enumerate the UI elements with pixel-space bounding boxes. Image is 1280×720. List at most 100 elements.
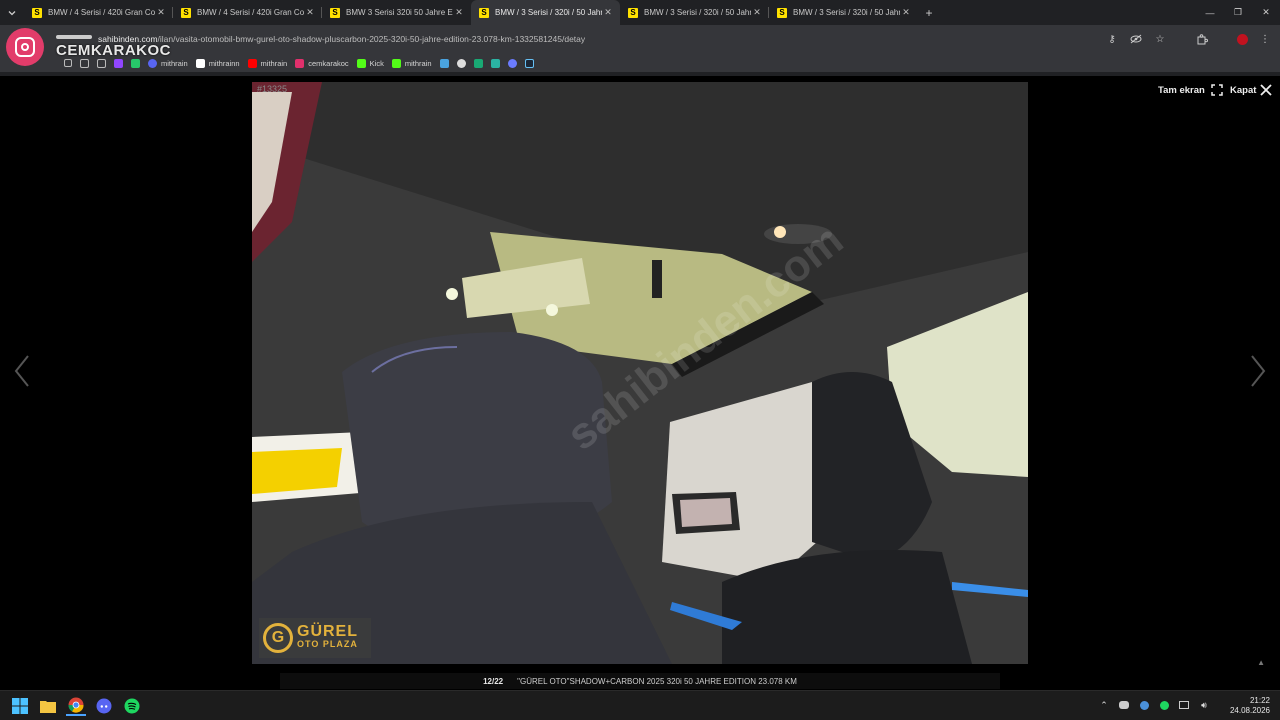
- sahibinden-favicon-icon: S: [777, 7, 787, 18]
- password-key-icon[interactable]: ⚷: [1105, 32, 1119, 46]
- close-icon: [1260, 84, 1273, 96]
- close-tab-icon[interactable]: ✕: [602, 7, 614, 18]
- listing-photo: sahibinden.com G GÜREL OTO PLAZA #13325: [252, 82, 1028, 664]
- close-viewer-button[interactable]: Kapat: [1230, 84, 1273, 96]
- dealer-logo-sub: OTO PLAZA: [297, 639, 358, 649]
- profile-avatar[interactable]: [1237, 33, 1248, 45]
- tab-title: BMW / 4 Serisi / 420i Gran Cou: [48, 8, 155, 17]
- file-explorer-icon[interactable]: [38, 696, 58, 716]
- extensions-puzzle-icon[interactable]: [1195, 32, 1209, 46]
- bookmarks-bar: mithrain mithrainn mithrain cemkarakoc K…: [0, 54, 1280, 72]
- sahibinden-favicon-icon: S: [479, 7, 489, 18]
- bookmark-item-kick[interactable]: Kick: [356, 58, 384, 68]
- bookmark-item-instagram[interactable]: cemkarakoc: [295, 58, 349, 68]
- network-icon[interactable]: [1178, 699, 1190, 711]
- browser-tab[interactable]: S BMW / 3 Serisi / 320i / 50 Jahre ✕: [620, 0, 769, 25]
- close-tab-icon[interactable]: ✕: [155, 7, 167, 18]
- browser-tab[interactable]: S BMW / 3 Serisi / 320i / 50 Jahre ✕: [769, 0, 918, 25]
- chrome-icon[interactable]: [66, 696, 86, 716]
- clock-date: 24.08.2026: [1229, 706, 1270, 715]
- tab-title: BMW 3 Serisi 320i 50 Jahre Editi: [346, 8, 453, 17]
- browser-tab[interactable]: S BMW / 4 Serisi / 420i Gran Cou ✕: [173, 0, 322, 25]
- bookmark-item-kick[interactable]: [131, 58, 140, 68]
- chevron-right-icon: [1251, 355, 1266, 387]
- window-controls: — ❐ ✕: [1196, 0, 1280, 25]
- scroll-up-icon[interactable]: ▲: [1257, 658, 1265, 667]
- photo-id: #13325: [257, 84, 288, 94]
- address-bar[interactable]: sahibinden.com/ilan/vasita-otomobil-bmw-…: [0, 25, 1280, 54]
- address-bar-actions: ⚷ ☆ ⋮: [1105, 32, 1272, 46]
- steam-tray-icon[interactable]: [1138, 699, 1150, 711]
- tray-chevron-up-icon[interactable]: ⌃: [1098, 699, 1110, 711]
- fullscreen-icon: [1211, 84, 1223, 96]
- sahibinden-favicon-icon: S: [330, 7, 340, 18]
- bookmark-item-sparkle[interactable]: [439, 58, 449, 68]
- eye-off-icon[interactable]: [1129, 32, 1143, 46]
- taskbar-clock[interactable]: 21:22 24.08.2026: [1230, 696, 1270, 716]
- folder-icon[interactable]: [97, 58, 106, 68]
- windows-taskbar: ⌃ 🔊︎ 21:22 24.08.2026: [0, 690, 1280, 720]
- tab-title: BMW / 3 Serisi / 320i / 50 Jahre: [495, 8, 602, 17]
- bookmark-item-twitch[interactable]: [114, 58, 123, 68]
- overlay-handle-icon: [56, 35, 92, 39]
- volume-icon[interactable]: 🔊︎: [1198, 699, 1210, 711]
- bookmark-item-steam[interactable]: [524, 58, 534, 68]
- dealer-g-icon: G: [263, 623, 293, 653]
- photo-caption: "GÜREL OTO"SHADOW+CARBON 2025 320i 50 JA…: [517, 676, 797, 686]
- clock-time: 21:22: [1249, 696, 1270, 705]
- tab-strip: S BMW / 4 Serisi / 420i Gran Cou ✕ S BMW…: [0, 0, 1280, 25]
- url-path: /ilan/vasita-otomobil-bmw-gurel-oto-shad…: [157, 34, 586, 44]
- car-interior-photo: sahibinden.com: [252, 82, 1028, 664]
- bookmark-star-icon[interactable]: ☆: [1153, 32, 1167, 46]
- instagram-icon: [6, 28, 44, 66]
- tab-title: BMW / 3 Serisi / 320i / 50 Jahre: [644, 8, 751, 17]
- previous-photo-button[interactable]: [10, 351, 34, 391]
- fullscreen-label: Tam ekran: [1158, 84, 1205, 96]
- streamer-name: CEMKARAKOC: [56, 42, 171, 59]
- bookmark-item-discord[interactable]: mithrain: [148, 58, 188, 68]
- bookmark-item-app[interactable]: [490, 58, 500, 68]
- browser-tab[interactable]: S BMW / 4 Serisi / 420i Gran Cou ✕: [24, 0, 173, 25]
- dealer-logo: G GÜREL OTO PLAZA: [259, 618, 371, 658]
- bookmark-item-x[interactable]: mithrainn: [195, 58, 240, 68]
- close-tab-icon[interactable]: ✕: [900, 7, 912, 18]
- close-tab-icon[interactable]: ✕: [304, 7, 316, 18]
- browser-tab[interactable]: S BMW 3 Serisi 320i 50 Jahre Editi ✕: [322, 0, 471, 25]
- system-tray: ⌃ 🔊︎: [1098, 699, 1210, 711]
- bookmark-item-app[interactable]: [507, 58, 517, 68]
- chevron-down-icon: [8, 10, 16, 15]
- fullscreen-button[interactable]: Tam ekran: [1158, 84, 1223, 96]
- photo-caption-bar: 12/22 "GÜREL OTO"SHADOW+CARBON 2025 320i…: [280, 673, 1000, 689]
- new-tab-button[interactable]: +: [918, 6, 940, 20]
- bookmark-item-app[interactable]: [473, 58, 483, 68]
- chevron-left-icon: [14, 355, 29, 387]
- spotify-icon[interactable]: [122, 696, 142, 716]
- minimize-button[interactable]: —: [1196, 0, 1224, 25]
- spotify-tray-icon[interactable]: [1158, 699, 1170, 711]
- sahibinden-favicon-icon: S: [181, 7, 191, 18]
- apps-grid-icon[interactable]: [64, 59, 72, 67]
- discord-icon[interactable]: [94, 696, 114, 716]
- close-tab-icon[interactable]: ✕: [751, 7, 763, 18]
- browser-tab-active[interactable]: S BMW / 3 Serisi / 320i / 50 Jahre ✕: [471, 0, 620, 25]
- close-window-button[interactable]: ✕: [1252, 0, 1280, 25]
- next-photo-button[interactable]: [1246, 351, 1270, 391]
- folder-icon[interactable]: [80, 58, 89, 68]
- photo-counter: 12/22: [483, 676, 504, 686]
- tab-title: BMW / 3 Serisi / 320i / 50 Jahre: [793, 8, 900, 17]
- close-label: Kapat: [1230, 84, 1257, 96]
- bookmark-item-chatgpt[interactable]: [456, 58, 466, 68]
- sahibinden-favicon-icon: S: [32, 7, 42, 18]
- windows-start-icon[interactable]: [10, 696, 30, 716]
- photo-viewer: sahibinden.com G GÜREL OTO PLAZA #13325 …: [0, 76, 1280, 690]
- bookmark-item-youtube[interactable]: mithrain: [247, 58, 287, 68]
- discord-tray-icon[interactable]: [1118, 699, 1130, 711]
- close-tab-icon[interactable]: ✕: [453, 7, 465, 18]
- menu-kebab-icon[interactable]: ⋮: [1258, 32, 1272, 46]
- maximize-button[interactable]: ❐: [1224, 0, 1252, 25]
- url-text[interactable]: sahibinden.com/ilan/vasita-otomobil-bmw-…: [98, 34, 585, 44]
- tab-title: BMW / 4 Serisi / 420i Gran Cou: [197, 8, 304, 17]
- bookmark-item-kick[interactable]: mithrain: [391, 58, 432, 68]
- dealer-logo-name: GÜREL: [297, 623, 358, 640]
- tab-search-button[interactable]: [0, 0, 24, 25]
